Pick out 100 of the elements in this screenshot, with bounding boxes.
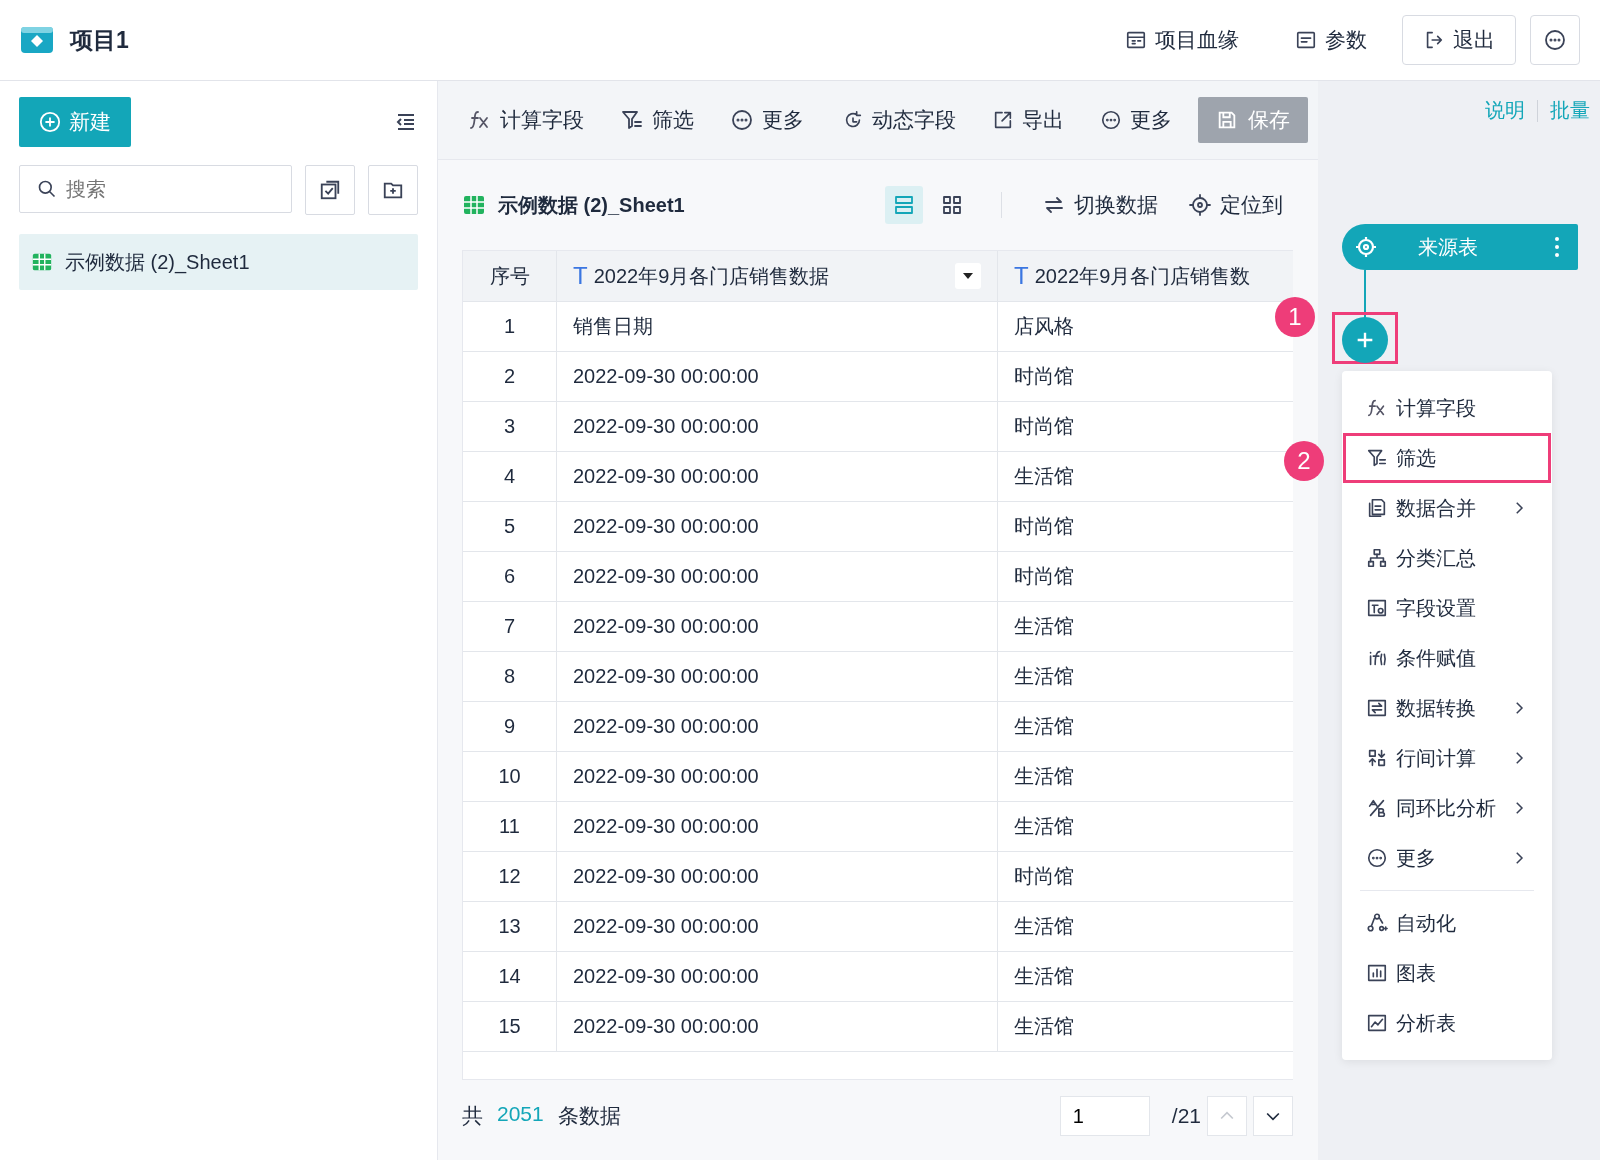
table-cell: 9: [463, 701, 557, 752]
table-action-button[interactable]: 定位到: [1178, 185, 1293, 225]
table-cell: 2022-09-30 00:00:00: [556, 401, 998, 452]
page-total: /21: [1171, 1104, 1201, 1128]
highlight-frame: [1332, 312, 1398, 364]
table-cell: 2022-09-30 00:00:00: [556, 501, 998, 552]
table-cell: 14: [463, 951, 557, 1002]
header-button[interactable]: 项目血缘: [1104, 15, 1260, 65]
project-title: 项目1: [70, 25, 129, 55]
table-cell: 5: [463, 501, 557, 552]
record-count: 2051: [497, 1102, 544, 1127]
table-cell: 13: [463, 901, 557, 952]
line-chart-icon: [1366, 1012, 1388, 1034]
sheet-icon: [462, 193, 486, 217]
document-icon: [1366, 497, 1388, 519]
count-label: 条数据: [557, 1103, 621, 1129]
more-button[interactable]: [1530, 15, 1580, 65]
table-cell: 12: [463, 851, 557, 902]
menu-item[interactable]: 字段设置: [1343, 583, 1551, 633]
column-header[interactable]: 序号: [463, 251, 557, 302]
toolbar-button[interactable]: 计算字段: [458, 100, 594, 140]
table-cell: 销售日期: [556, 301, 998, 352]
table-cell: 2022-09-30 00:00:00: [556, 901, 998, 952]
export-icon: [992, 109, 1014, 131]
floppy-icon: [1216, 109, 1238, 131]
crosshair-icon: [1188, 193, 1212, 217]
table-cell: 2022-09-30 00:00:00: [556, 851, 998, 902]
menu-item[interactable]: 数据合并: [1343, 483, 1551, 533]
more-icon: [730, 108, 754, 132]
table-cell: 2022-09-30 00:00:00: [556, 651, 998, 702]
table-cell: 4: [463, 451, 557, 502]
add-step-button[interactable]: [1342, 317, 1388, 363]
table-cell: 2022-09-30 00:00:00: [556, 1001, 998, 1052]
menu-item[interactable]: 更多: [1343, 833, 1551, 883]
dropdown-icon[interactable]: [955, 263, 981, 289]
toolbar-button[interactable]: 导出: [982, 100, 1074, 140]
grid-icon: [940, 193, 964, 217]
menu-item[interactable]: 筛选: [1343, 433, 1551, 483]
table-list-item[interactable]: 示例数据 (2)_Sheet1: [19, 234, 418, 290]
menu-item[interactable]: 同环比分析: [1343, 783, 1551, 833]
checkbox-icon: [319, 179, 341, 201]
menu-item[interactable]: 行间计算: [1343, 733, 1551, 783]
table-cell: 2: [463, 351, 557, 402]
toolbar-button[interactable]: 更多: [1090, 100, 1182, 140]
more-icon: [1366, 847, 1388, 869]
table-cell: 3: [463, 401, 557, 452]
search-field[interactable]: 搜索: [19, 165, 292, 213]
table-action-button[interactable]: 切换数据: [1032, 185, 1168, 225]
table-cell: 2022-09-30 00:00:00: [556, 801, 998, 852]
list-icon: [1295, 29, 1317, 51]
toolbar-button[interactable]: 动态字段: [832, 100, 966, 140]
table-cell: 7: [463, 601, 557, 652]
column-header[interactable]: T 2022年9月各门店销售数据: [556, 251, 998, 302]
table-cell: 6: [463, 551, 557, 602]
table-title: 示例数据 (2)_Sheet1: [498, 192, 685, 218]
table-cell: 2022-09-30 00:00:00: [556, 551, 998, 602]
page-input[interactable]: 1: [1059, 1096, 1150, 1136]
menu-item[interactable]: 分类汇总: [1343, 533, 1551, 583]
hierarchy-icon: [1366, 547, 1388, 569]
sort-icon: [1366, 747, 1388, 769]
sheet-icon: [31, 251, 53, 273]
table-cell: 2022-09-30 00:00:00: [556, 351, 998, 402]
toolbar-button[interactable]: 筛选: [610, 100, 704, 140]
menu-item[interactable]: 计算字段: [1343, 383, 1551, 433]
filter-icon: [1366, 447, 1388, 469]
new-folder-button[interactable]: [368, 165, 418, 215]
plus-icon: [39, 111, 61, 133]
table-cell: 10: [463, 751, 557, 802]
crosshair-icon: [1354, 235, 1378, 259]
text-type-mark: T: [1014, 262, 1029, 290]
menu-item[interactable]: 条件赋值: [1343, 633, 1551, 683]
table-cell: 2022-09-30 00:00:00: [556, 951, 998, 1002]
menu-item[interactable]: 图表: [1343, 948, 1551, 998]
more-icon: [1543, 28, 1567, 52]
table-cell: 1: [463, 301, 557, 352]
rows-icon: [892, 193, 916, 217]
column-header[interactable]: T 2022年9月各门店销售数: [997, 251, 1293, 302]
menu-item[interactable]: 自动化: [1343, 898, 1551, 948]
table-cell: 2022-09-30 00:00:00: [556, 601, 998, 652]
table-icon: [1125, 29, 1147, 51]
batch-select-button[interactable]: [305, 165, 355, 215]
table-cell: 8: [463, 651, 557, 702]
convert-icon: [1366, 697, 1388, 719]
search-icon: [37, 179, 57, 199]
nodes-icon: [1366, 912, 1388, 934]
table-cell: 2022-09-30 00:00:00: [556, 701, 998, 752]
table-cell: 11: [463, 801, 557, 852]
filter-icon: [620, 108, 644, 132]
header-button[interactable]: 退出: [1402, 15, 1516, 65]
table-cell: 15: [463, 1001, 557, 1052]
bar-chart-icon: [1366, 962, 1388, 984]
text-type-mark: T: [573, 262, 588, 290]
percent-icon: [1366, 797, 1388, 819]
header-button[interactable]: 参数: [1274, 15, 1388, 65]
toolbar-button[interactable]: 更多: [720, 100, 814, 140]
menu-item[interactable]: 分析表: [1343, 998, 1551, 1048]
kebab-icon[interactable]: [1554, 236, 1560, 258]
field-icon: [1366, 597, 1388, 619]
table-cell: 2022-09-30 00:00:00: [556, 751, 998, 802]
menu-item[interactable]: 数据转换: [1343, 683, 1551, 733]
